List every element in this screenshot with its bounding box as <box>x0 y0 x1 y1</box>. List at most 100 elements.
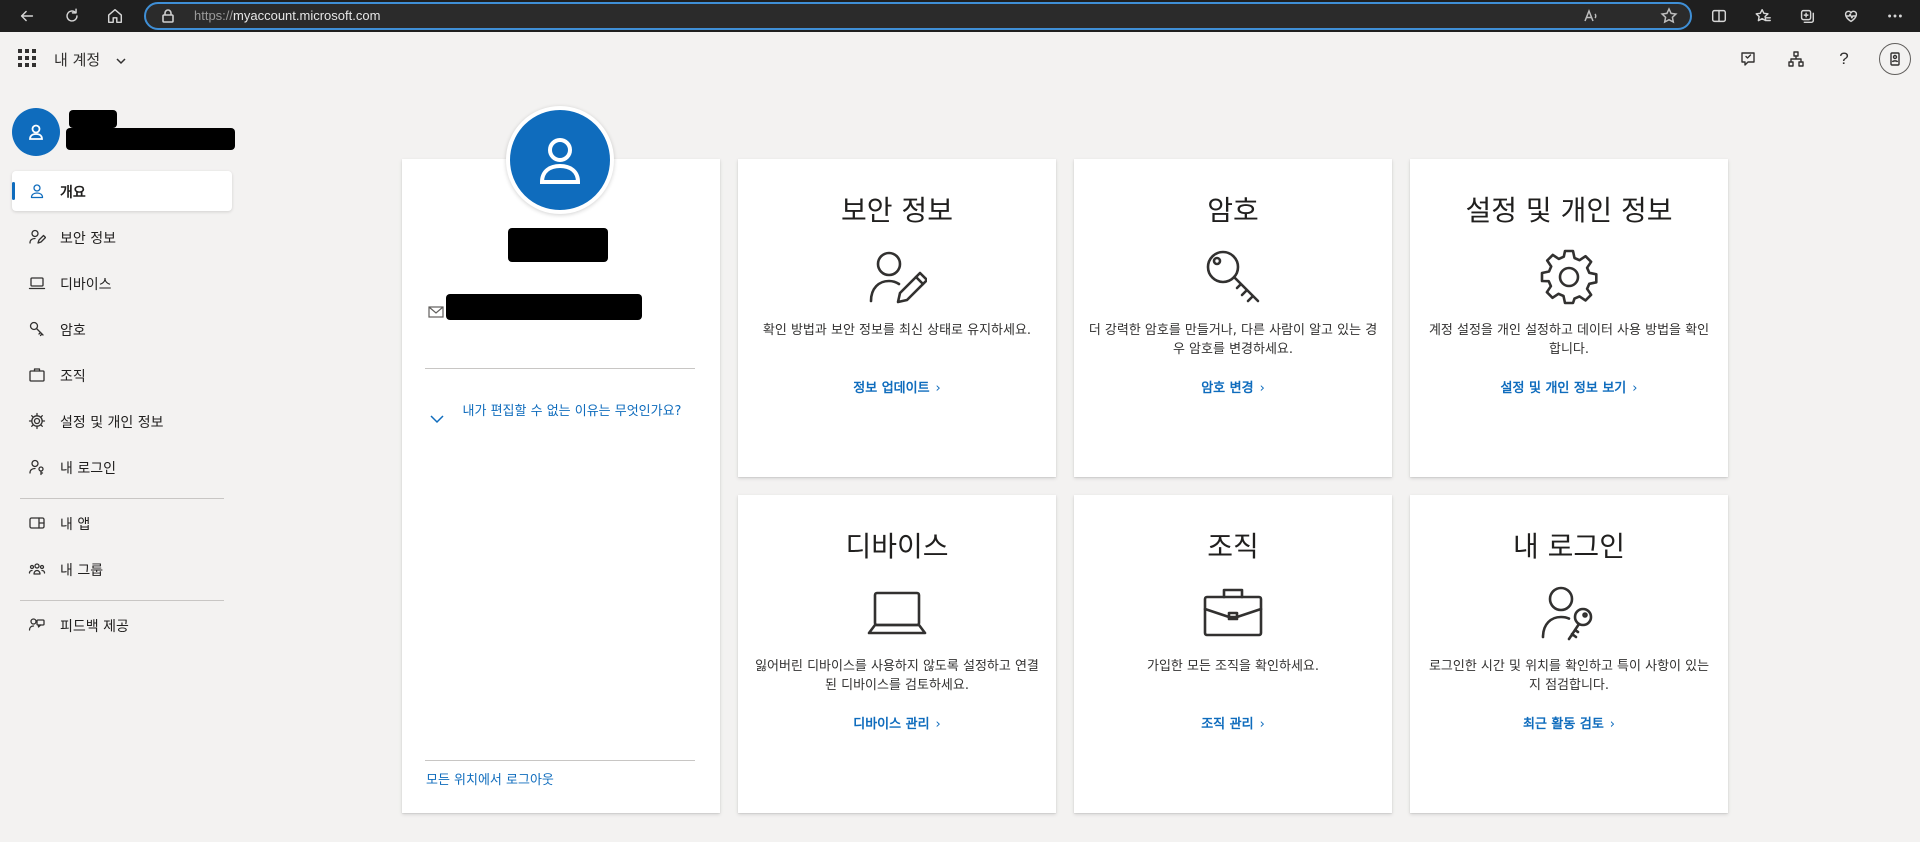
briefcase-icon <box>28 366 46 384</box>
sign-in-icon <box>28 458 46 476</box>
sidebar-item-devices[interactable]: 디바이스 <box>12 263 232 303</box>
sidebar-item-label: 암호 <box>60 323 86 339</box>
mail-icon <box>428 303 444 318</box>
chevron-right-icon: › <box>935 717 941 732</box>
profile-divider <box>425 368 695 369</box>
favorites-icon[interactable] <box>1750 3 1776 29</box>
tile-link-label: 조직 관리 <box>1201 717 1254 732</box>
organization-chart-icon[interactable] <box>1784 47 1808 71</box>
person-icon <box>28 182 46 200</box>
redacted-user-email <box>66 128 235 150</box>
user-avatar <box>12 108 60 156</box>
manage-devices-link[interactable]: 디바이스 관리 › <box>738 713 1056 732</box>
security-info-icon <box>28 228 47 246</box>
sidebar-item-my-sign-ins[interactable]: 내 로그인 <box>12 447 232 487</box>
apps-icon <box>28 514 46 532</box>
help-icon[interactable]: ? <box>1832 47 1856 71</box>
sidebar-item-label: 조직 <box>60 369 86 385</box>
app-title[interactable]: 내 계정 <box>54 49 100 70</box>
url-host: myaccount.microsoft.com <box>233 8 381 23</box>
sidebar-item-settings-privacy[interactable]: 설정 및 개인 정보 <box>12 401 232 441</box>
tile-description: 더 강력한 암호를 만들거나, 다른 사람이 알고 있는 경우 암호를 변경하세… <box>1088 323 1378 357</box>
app-header: 내 계정 ? <box>4 36 1920 82</box>
sidebar-item-give-feedback[interactable]: 피드백 제공 <box>12 605 232 645</box>
tile-link-label: 암호 변경 <box>1201 381 1254 396</box>
url-text[interactable]: https://myaccount.microsoft.com <box>194 8 380 23</box>
review-recent-activity-link[interactable]: 최근 활동 검토 › <box>1410 713 1728 732</box>
person-key-icon <box>1539 583 1599 643</box>
chevron-down-icon[interactable] <box>115 52 127 65</box>
collections-icon[interactable] <box>1794 3 1820 29</box>
sidebar-item-label: 디바이스 <box>60 277 112 293</box>
key-icon <box>1203 247 1263 307</box>
tile-title: 조직 <box>1207 530 1259 563</box>
sign-out-everywhere-link[interactable]: 모든 위치에서 로그아웃 <box>426 769 554 788</box>
tile-my-sign-ins: 내 로그인 로그인한 시간 및 위치를 확인하고 특이 사항이 있는지 점검합니… <box>1410 495 1728 813</box>
more-options-icon[interactable] <box>1882 3 1908 29</box>
sidebar-divider <box>20 498 224 499</box>
tile-security-info: 보안 정보 확인 방법과 보안 정보를 최신 상태로 유지하세요. 정보 업데이… <box>738 159 1056 477</box>
feedback-icon[interactable] <box>1736 47 1760 71</box>
sidebar-item-label: 보안 정보 <box>60 231 116 247</box>
url-protocol: https:// <box>194 8 234 23</box>
tile-link-label: 최근 활동 검토 <box>1522 717 1604 732</box>
tile-link-label: 디바이스 관리 <box>853 717 930 732</box>
tile-devices: 디바이스 잃어버린 디바이스를 사용하지 않도록 설정하고 연결된 디바이스를 … <box>738 495 1056 813</box>
sidebar-item-label: 개요 <box>60 185 86 201</box>
read-aloud-icon[interactable] <box>1582 7 1600 25</box>
sidebar-item-security-info[interactable]: 보안 정보 <box>12 217 232 257</box>
split-screen-icon[interactable] <box>1706 3 1732 29</box>
redacted-profile-name <box>508 228 608 262</box>
chevron-right-icon: › <box>1259 381 1265 396</box>
laptop-icon <box>28 274 46 292</box>
sidebar-item-label: 피드백 제공 <box>60 619 129 635</box>
laptop-icon <box>867 583 927 643</box>
sidebar-divider <box>20 600 224 601</box>
tile-settings-privacy: 설정 및 개인 정보 계정 설정을 개인 설정하고 데이터 사용 방법을 확인합… <box>1410 159 1728 477</box>
sidebar-item-organizations[interactable]: 조직 <box>12 355 232 395</box>
key-icon <box>28 320 46 338</box>
redacted-user-name <box>69 110 117 128</box>
browser-essentials-icon[interactable] <box>1838 3 1864 29</box>
chevron-right-icon: › <box>1609 717 1615 732</box>
update-info-link[interactable]: 정보 업데이트 › <box>738 377 1056 396</box>
person-pen-icon <box>867 247 929 307</box>
chevron-right-icon: › <box>935 381 941 396</box>
lock-icon[interactable] <box>160 8 176 24</box>
address-bar[interactable]: https://myaccount.microsoft.com <box>144 2 1692 30</box>
chevron-down-icon[interactable] <box>428 410 446 428</box>
sidebar-item-label: 설정 및 개인 정보 <box>60 415 164 431</box>
sidebar-item-label: 내 로그인 <box>60 461 116 477</box>
groups-icon <box>28 560 46 578</box>
why-cant-edit-link[interactable]: 내가 편집할 수 없는 이유는 무엇인가요? <box>456 404 688 419</box>
tile-title: 내 로그인 <box>1513 530 1625 563</box>
favorite-star-icon[interactable] <box>1660 7 1678 25</box>
app-launcher-icon[interactable] <box>18 49 36 67</box>
back-icon[interactable] <box>14 3 40 29</box>
redacted-profile-email <box>446 294 642 320</box>
feedback-icon <box>28 616 46 634</box>
sidebar-item-password[interactable]: 암호 <box>12 309 232 349</box>
tile-description: 잃어버린 디바이스를 사용하지 않도록 설정하고 연결된 디바이스를 검토하세요… <box>755 659 1039 693</box>
sidebar-item-overview[interactable]: 개요 <box>12 171 232 211</box>
briefcase-icon <box>1203 583 1263 643</box>
tile-link-label: 설정 및 개인 정보 보기 <box>1500 381 1627 396</box>
sidebar-item-my-apps[interactable]: 내 앱 <box>12 503 232 543</box>
tile-description: 로그인한 시간 및 위치를 확인하고 특이 사항이 있는지 점검합니다. <box>1428 659 1710 693</box>
chevron-right-icon: › <box>1632 381 1638 396</box>
tile-password: 암호 더 강력한 암호를 만들거나, 다른 사람이 알고 있는 경우 암호를 변… <box>1074 159 1392 477</box>
tile-description: 확인 방법과 보안 정보를 최신 상태로 유지하세요. <box>762 323 1032 338</box>
change-password-link[interactable]: 암호 변경 › <box>1074 377 1392 396</box>
manage-organizations-link[interactable]: 조직 관리 › <box>1074 713 1392 732</box>
sidebar-item-my-groups[interactable]: 내 그룹 <box>12 549 232 589</box>
tile-description: 계정 설정을 개인 설정하고 데이터 사용 방법을 확인합니다. <box>1428 323 1710 357</box>
sidebar-item-label: 내 앱 <box>60 517 91 533</box>
view-settings-privacy-link[interactable]: 설정 및 개인 정보 보기 › <box>1410 377 1728 396</box>
chevron-right-icon: › <box>1259 717 1265 732</box>
refresh-icon[interactable] <box>59 3 85 29</box>
home-icon[interactable] <box>102 3 128 29</box>
tile-title: 암호 <box>1207 194 1259 227</box>
tile-title: 디바이스 <box>845 530 949 563</box>
account-avatar[interactable] <box>1879 43 1911 75</box>
profile-avatar <box>506 106 614 214</box>
